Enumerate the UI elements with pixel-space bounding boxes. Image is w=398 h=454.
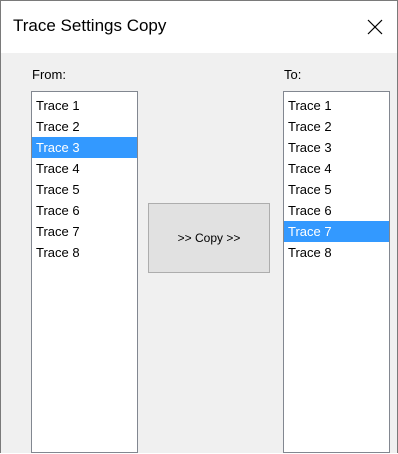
list-item[interactable]: Trace 4 — [284, 158, 389, 179]
list-item[interactable]: Trace 1 — [32, 95, 137, 116]
list-item[interactable]: Trace 3 — [284, 137, 389, 158]
list-item[interactable]: Trace 2 — [32, 116, 137, 137]
from-label: From: — [32, 67, 66, 82]
close-icon — [367, 19, 383, 35]
from-listbox[interactable]: Trace 1 Trace 2 Trace 3 Trace 4 Trace 5 Trace… — [31, 91, 138, 453]
list-item[interactable]: Trace 5 — [284, 179, 389, 200]
list-item[interactable]: Trace 6 — [32, 200, 137, 221]
to-label: To: — [284, 67, 302, 82]
copy-button[interactable]: >> Copy >> — [148, 203, 270, 273]
list-item[interactable]: Trace 7 — [32, 221, 137, 242]
window-title: Trace Settings Copy — [13, 16, 167, 35]
list-item[interactable]: Trace 7 — [284, 221, 389, 242]
list-item[interactable]: Trace 6 — [284, 200, 389, 221]
list-item[interactable]: Trace 8 — [284, 242, 389, 263]
trace-settings-copy-dialog: Trace Settings Copy From: Trace 1 Trace 2… — [0, 0, 398, 453]
list-item[interactable]: Trace 8 — [32, 242, 137, 263]
list-item[interactable]: Trace 3 — [32, 137, 137, 158]
to-listbox[interactable]: Trace 1 Trace 2 Trace 3 Trace 4 Trace 5 Trace… — [283, 91, 390, 453]
close-button[interactable] — [353, 1, 397, 53]
list-item[interactable]: Trace 2 — [284, 116, 389, 137]
list-item[interactable]: Trace 1 — [284, 95, 389, 116]
title-bar: Trace Settings Copy — [1, 1, 397, 53]
list-item[interactable]: Trace 5 — [32, 179, 137, 200]
list-item[interactable]: Trace 4 — [32, 158, 137, 179]
